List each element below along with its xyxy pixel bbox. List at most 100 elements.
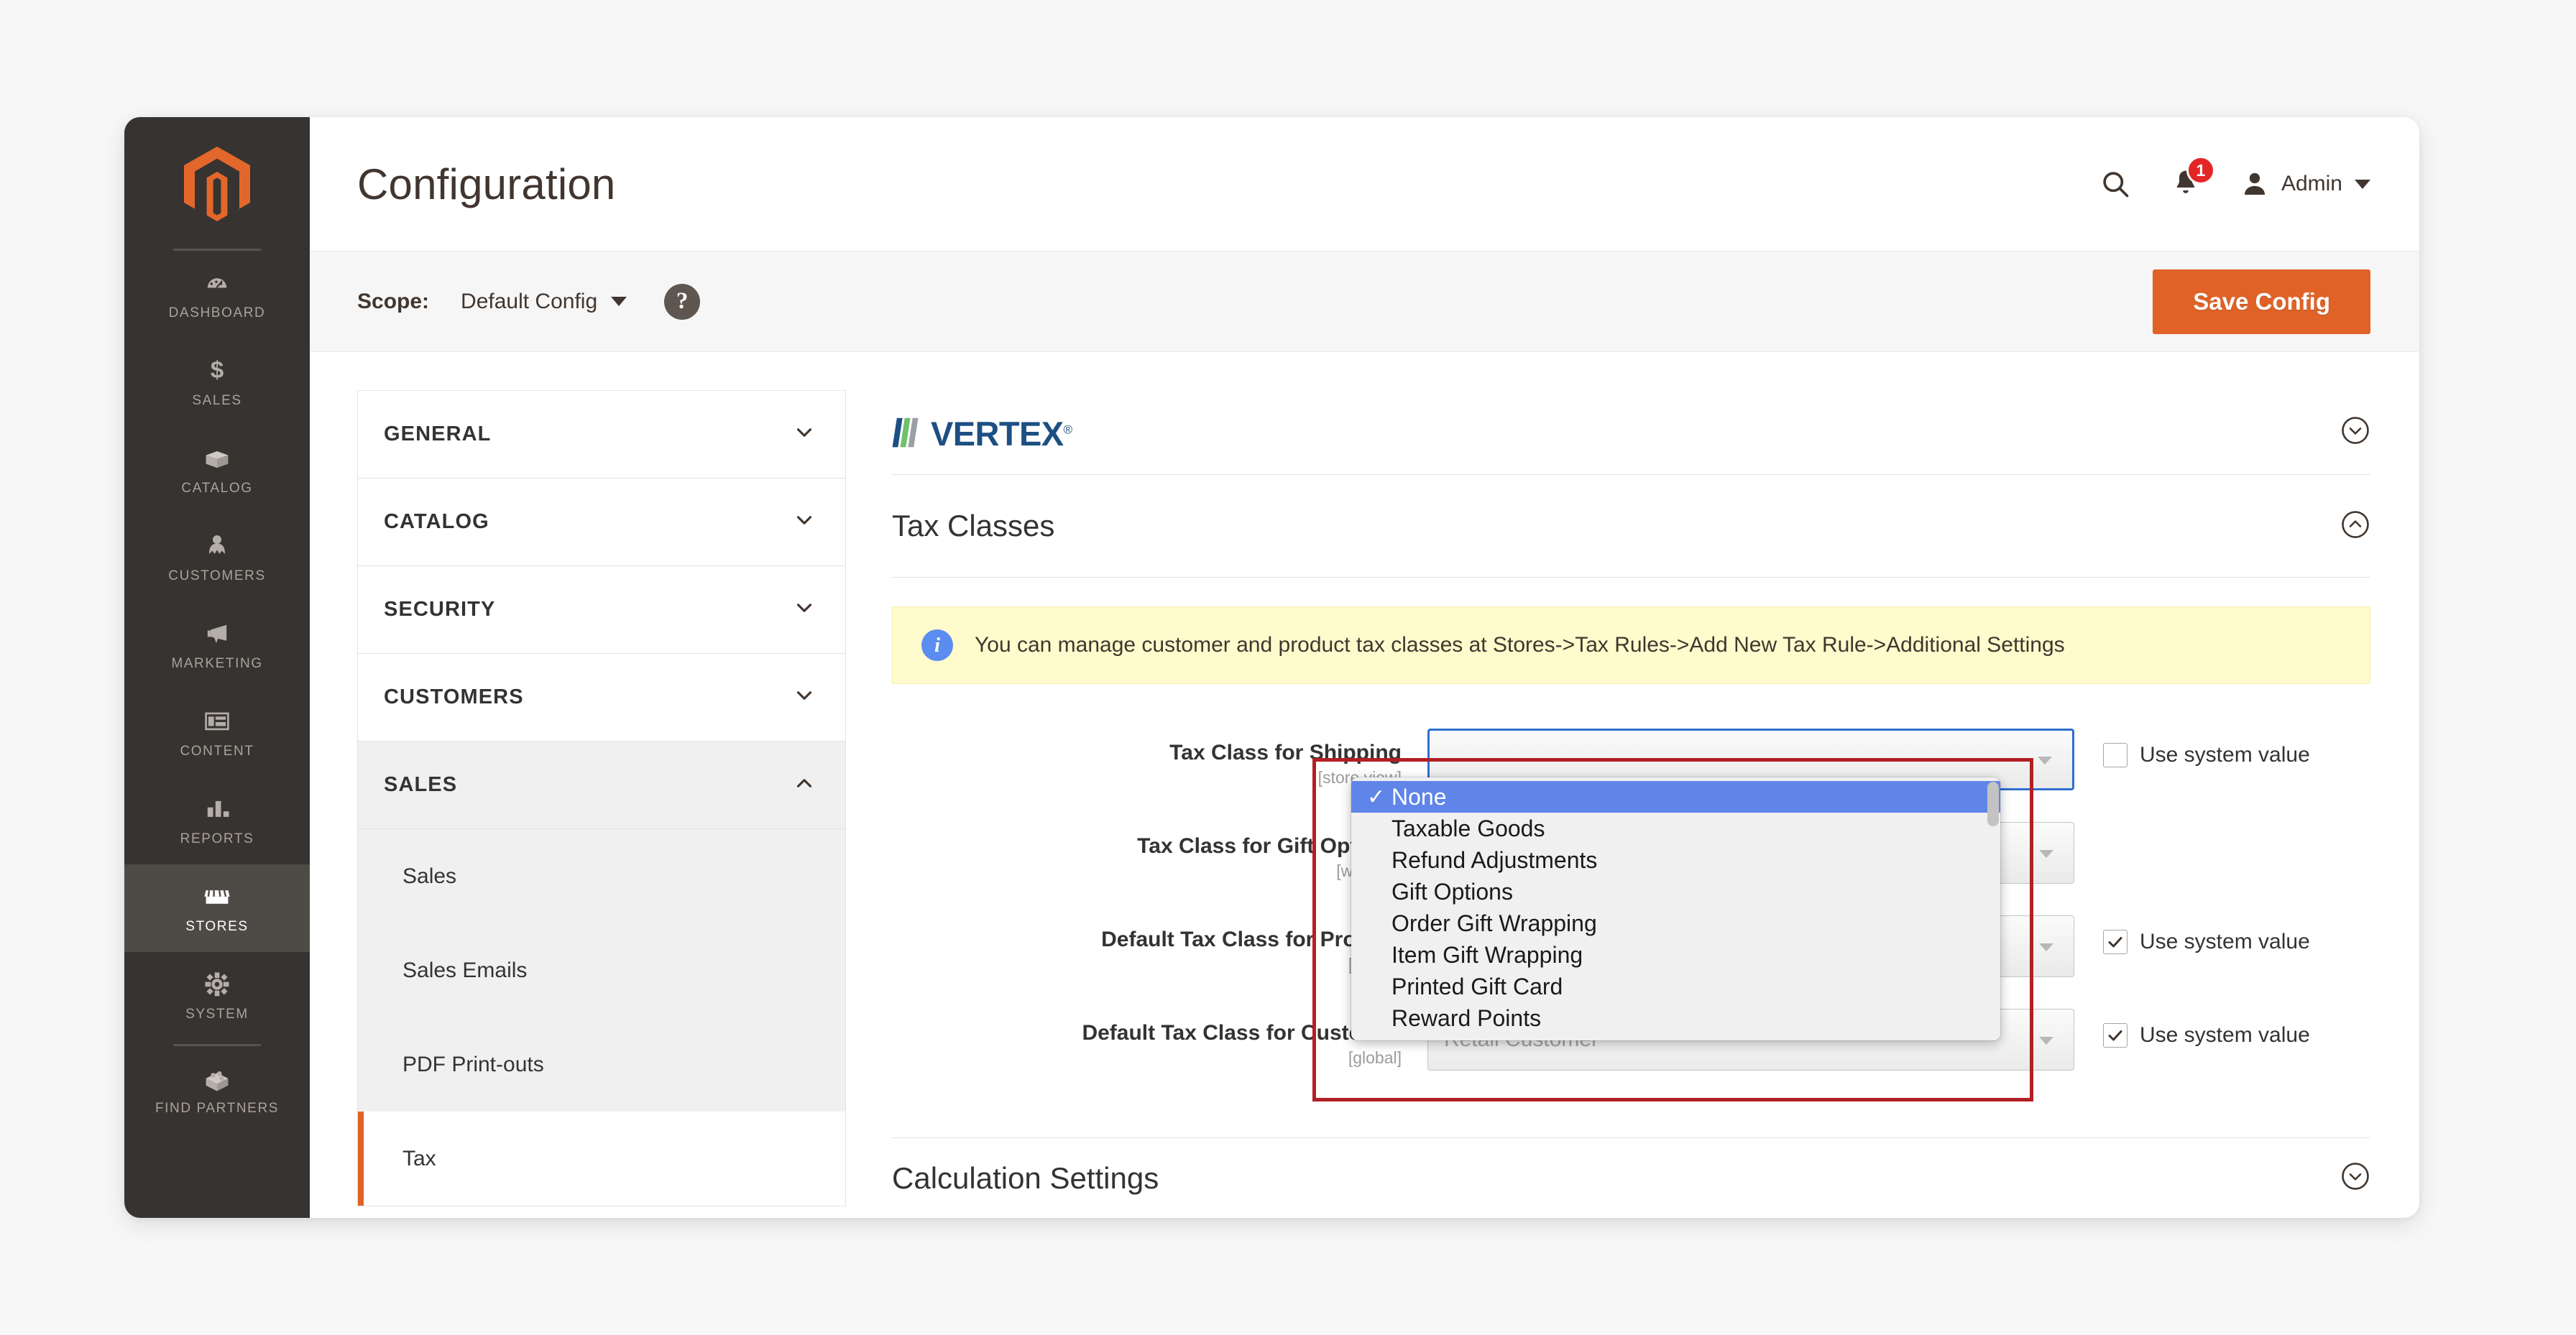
field-label-text: Default Tax Class for Product xyxy=(1101,928,1402,951)
vertex-logo-text: VERTEX® xyxy=(931,414,1072,453)
sidebar-item-label: FIND PARTNERS xyxy=(155,1100,280,1116)
accordion-item-tax[interactable]: Tax xyxy=(358,1112,845,1206)
sidebar-item-label: CONTENT xyxy=(180,743,254,759)
sidebar-item-content[interactable]: CONTENT xyxy=(124,689,310,777)
layout-page-icon xyxy=(205,712,229,730)
user-avatar-icon xyxy=(2244,172,2265,195)
dropdown-option[interactable]: Taxable Goods xyxy=(1351,813,2000,844)
use-system-value-label: Use system value xyxy=(2140,743,2310,767)
circle-chevron-down-icon[interactable] xyxy=(2340,1161,2370,1195)
sidebar-item-catalog[interactable]: CATALOG xyxy=(124,426,310,514)
admin-user-menu[interactable]: Admin xyxy=(2240,170,2370,198)
box-icon xyxy=(206,451,229,468)
tax-class-dropdown-list[interactable]: ✓ None Taxable Goods Refund Adjustments Gift… xyxy=(1351,777,2000,1040)
megaphone-icon xyxy=(207,624,227,643)
use-system-value-label: Use system value xyxy=(2140,1023,2310,1047)
field-label-text: Tax Class for Gift Options xyxy=(1137,834,1402,858)
field-label: Default Tax Class for Product [global] xyxy=(892,915,1427,974)
use-system-value-toggle[interactable]: Use system value xyxy=(2103,1009,2310,1048)
scope-label: Scope: xyxy=(357,289,430,313)
scope-value-text: Default Config xyxy=(461,289,598,313)
accordion-item-sales[interactable]: Sales xyxy=(358,829,845,923)
chevron-down-icon xyxy=(2355,179,2370,189)
accordion-section-security[interactable]: SECURITY xyxy=(358,566,845,654)
vertex-logo: VERTEX® xyxy=(892,415,1072,451)
field-label: Tax Class for Gift Options [website] xyxy=(892,822,1427,881)
field-scope-tag: [global] xyxy=(892,955,1402,974)
sidebar-item-label: DASHBOARD xyxy=(168,305,266,320)
dropdown-option-label: Printed Gift Card xyxy=(1392,973,1563,999)
chevron-down-icon xyxy=(611,297,627,306)
scope-selector[interactable]: Default Config xyxy=(461,290,627,314)
use-system-value-checkbox[interactable] xyxy=(2103,743,2128,767)
sidebar-item-find-partners[interactable]: FIND PARTNERS xyxy=(124,1046,310,1134)
dropdown-option[interactable]: Gift Options xyxy=(1351,876,2000,907)
use-system-value-checkbox[interactable] xyxy=(2103,930,2128,954)
svg-text:$: $ xyxy=(211,356,224,383)
magento-logo-icon xyxy=(184,147,250,221)
tax-classes-title: Tax Classes xyxy=(892,509,1055,542)
chevron-down-icon xyxy=(792,420,816,448)
main-region: Configuration 1 Admin Scope: Default Con… xyxy=(310,117,2419,1218)
accordion-section-catalog[interactable]: CATALOG xyxy=(358,479,845,566)
dropdown-option-label: Gift Options xyxy=(1392,878,1513,905)
dropdown-option[interactable]: Order Gift Wrapping xyxy=(1351,907,2000,939)
notification-count-badge: 1 xyxy=(2186,156,2215,185)
use-system-value-toggle[interactable]: Use system value xyxy=(2103,915,2310,954)
dropdown-scrollbar-thumb[interactable] xyxy=(1987,782,1999,826)
accordion-section-label: CUSTOMERS xyxy=(384,685,524,708)
vertex-mark-icon xyxy=(892,417,919,447)
field-scope-tag: [website] xyxy=(892,861,1402,881)
sidebar-item-stores[interactable]: STORES xyxy=(124,864,310,952)
calculation-settings-row[interactable]: Calculation Settings xyxy=(892,1137,2370,1218)
sidebar-item-system[interactable]: SYSTEM xyxy=(124,952,310,1040)
sidebar-item-sales[interactable]: $ SALES xyxy=(124,338,310,426)
sidebar-item-customers[interactable]: CUSTOMERS xyxy=(124,514,310,601)
dollar-sign-icon: $ xyxy=(211,356,224,383)
bar-chart-icon xyxy=(207,800,229,817)
sidebar-item-dashboard[interactable]: DASHBOARD xyxy=(124,251,310,338)
search-icon[interactable] xyxy=(2099,168,2131,200)
header-actions: 1 Admin xyxy=(2099,156,2370,200)
sidebar-item-label: SALES xyxy=(192,392,242,408)
sidebar-item-label: REPORTS xyxy=(180,831,254,846)
accordion-section-customers[interactable]: CUSTOMERS xyxy=(358,654,845,742)
dropdown-option[interactable]: Refund Adjustments xyxy=(1351,844,2000,876)
dropdown-option-label: Order Gift Wrapping xyxy=(1392,910,1597,936)
use-system-value-checkbox[interactable] xyxy=(2103,1023,2128,1048)
circle-chevron-up-icon[interactable] xyxy=(2340,509,2370,543)
accordion-subitems: Sales Sales Emails PDF Print-outs Tax xyxy=(358,829,845,1206)
notifications-bell[interactable]: 1 xyxy=(2171,156,2215,200)
chevron-down-icon xyxy=(792,683,816,711)
dropdown-option[interactable]: ✓ None xyxy=(1351,781,2000,813)
circle-chevron-down-icon[interactable] xyxy=(2340,415,2370,449)
gear-icon xyxy=(205,971,229,996)
tax-classes-header-row: Tax Classes xyxy=(892,475,2370,578)
dropdown-option-label: Reward Points xyxy=(1392,1004,1542,1031)
field-label-text: Default Tax Class for Customer xyxy=(1082,1021,1402,1045)
browser-app-card: DASHBOARD $ SALES CATALOG CUSTOMERS MARKETING… xyxy=(124,117,2419,1218)
sidebar-item-reports[interactable]: REPORTS xyxy=(124,777,310,864)
dropdown-option-label: Refund Adjustments xyxy=(1392,846,1598,873)
chevron-down-icon xyxy=(792,596,816,624)
use-system-value-toggle[interactable]: Use system value xyxy=(2103,729,2310,767)
dropdown-option[interactable]: Reward Points xyxy=(1351,1002,2000,1034)
accordion-item-pdf-print-outs[interactable]: PDF Print-outs xyxy=(358,1017,845,1112)
info-notice-text: You can manage customer and product tax … xyxy=(975,633,2065,657)
question-mark-icon[interactable]: ? xyxy=(664,283,701,320)
info-notice: i You can manage customer and product ta… xyxy=(892,606,2370,684)
save-config-button[interactable]: Save Config xyxy=(2153,269,2370,334)
chevron-up-icon xyxy=(792,771,816,799)
accordion-section-general[interactable]: GENERAL xyxy=(358,391,845,479)
field-label-text: Tax Class for Shipping xyxy=(1169,741,1402,764)
dropdown-option[interactable]: Printed Gift Card xyxy=(1351,971,2000,1002)
magento-logo[interactable] xyxy=(124,117,310,251)
vertex-header-row: VERTEX® xyxy=(892,390,2370,475)
dropdown-option[interactable]: Item Gift Wrapping xyxy=(1351,939,2000,971)
accordion-section-sales[interactable]: SALES xyxy=(358,742,845,829)
dashboard-gauge-icon xyxy=(207,277,227,287)
sidebar-item-label: STORES xyxy=(185,918,249,934)
accordion-item-sales-emails[interactable]: Sales Emails xyxy=(358,923,845,1017)
registered-mark: ® xyxy=(1063,422,1072,436)
sidebar-item-marketing[interactable]: MARKETING xyxy=(124,601,310,689)
